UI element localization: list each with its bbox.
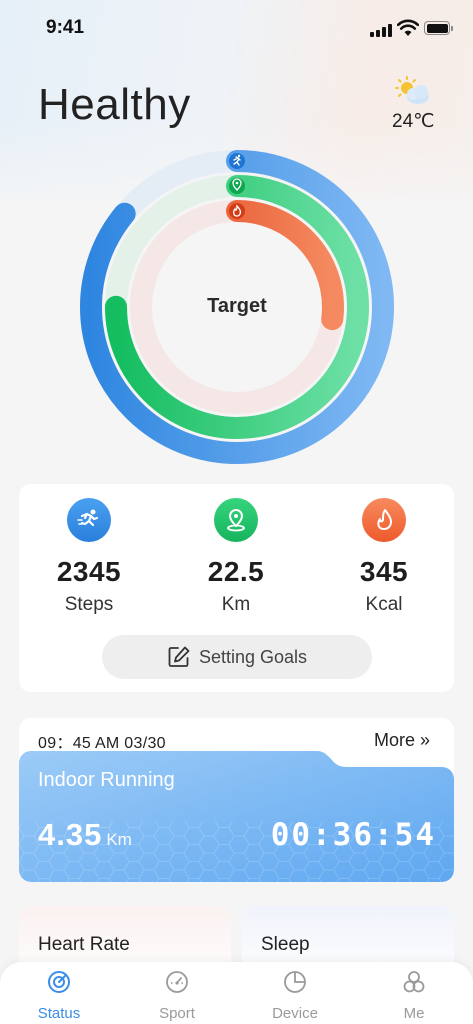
activity-distance: 4.35 Km bbox=[38, 817, 132, 853]
activity-distance-unit: Km bbox=[106, 830, 132, 849]
status-bar: 9:41 bbox=[0, 0, 473, 58]
ring-center-label: Target bbox=[207, 295, 267, 317]
setting-goals-button[interactable]: Setting Goals bbox=[102, 635, 372, 679]
tab-me[interactable]: Me bbox=[374, 970, 454, 1022]
target-rings[interactable]: Target bbox=[80, 150, 394, 464]
setting-goals-label: Setting Goals bbox=[198, 646, 308, 667]
calories-unit: Kcal bbox=[365, 594, 403, 615]
activity-time: 09：45 AM 03/30 bbox=[38, 735, 166, 752]
wifi-icon bbox=[397, 19, 419, 36]
tab-bar: Status Sport Device Me bbox=[0, 962, 473, 1024]
calories-metric[interactable]: 345 Kcal bbox=[314, 498, 454, 616]
tab-status-label: Status bbox=[37, 1005, 81, 1022]
ring-running-icon bbox=[229, 153, 245, 169]
me-profile-icon bbox=[403, 971, 425, 993]
edit-icon bbox=[168, 646, 190, 667]
partly-sunny-icon bbox=[395, 76, 429, 104]
flame-icon bbox=[362, 498, 406, 542]
tab-me-label: Me bbox=[403, 1005, 425, 1022]
more-link[interactable]: More » bbox=[374, 730, 430, 751]
tab-sport[interactable]: Sport bbox=[137, 970, 217, 1022]
tab-device[interactable]: Device bbox=[255, 970, 335, 1022]
activity-card[interactable]: 09：45 AM 03/30 More » Indoor Running 4.3… bbox=[19, 718, 454, 882]
status-gauge-icon bbox=[48, 971, 70, 993]
sport-speedometer-icon bbox=[166, 971, 188, 993]
tab-status[interactable]: Status bbox=[19, 970, 99, 1022]
cellular-signal-icon bbox=[370, 24, 394, 37]
steps-unit: Steps bbox=[64, 594, 114, 615]
distance-unit: Km bbox=[221, 594, 251, 615]
distance-value: 22.5 bbox=[207, 556, 265, 587]
tab-device-label: Device bbox=[272, 1005, 318, 1022]
steps-metric[interactable]: 2345 Steps bbox=[19, 498, 159, 616]
activity-title: Indoor Running bbox=[38, 769, 175, 791]
distance-metric[interactable]: 22.5 Km bbox=[166, 498, 306, 616]
tab-sport-label: Sport bbox=[159, 1005, 195, 1022]
ring-flame-icon bbox=[229, 203, 245, 219]
status-time: 9:41 bbox=[46, 17, 85, 38]
activity-distance-value: 4.35 bbox=[38, 817, 103, 852]
running-icon bbox=[67, 498, 111, 542]
indoor-running-panel[interactable]: Indoor Running 4.35 Km 00:36:54 bbox=[19, 751, 454, 882]
device-pie-icon bbox=[284, 971, 306, 993]
ring-location-pin-icon bbox=[229, 178, 245, 194]
temperature: 24℃ bbox=[392, 111, 435, 132]
activity-duration: 00:36:54 bbox=[270, 817, 436, 853]
steps-value: 2345 bbox=[56, 556, 122, 587]
battery-icon bbox=[424, 21, 454, 36]
summary-card: 2345 Steps 22.5 Km 345 Kcal Setting Goal… bbox=[19, 484, 454, 692]
calories-value: 345 bbox=[359, 556, 409, 587]
sleep-title: Sleep bbox=[261, 934, 310, 955]
heart-rate-title: Heart Rate bbox=[38, 934, 130, 955]
location-pin-icon bbox=[214, 498, 258, 542]
page-title: Healthy bbox=[38, 80, 191, 129]
